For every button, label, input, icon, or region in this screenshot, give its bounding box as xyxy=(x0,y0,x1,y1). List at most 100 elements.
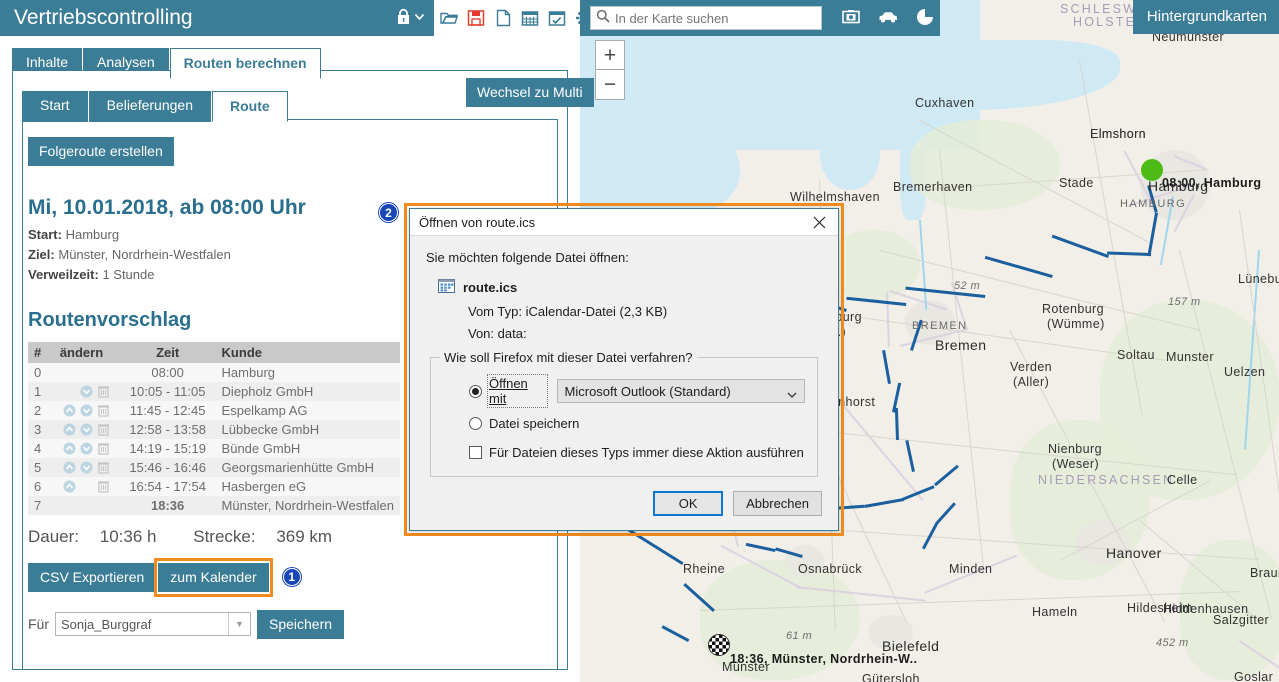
switch-to-multi-button[interactable]: Wechsel zu Multi xyxy=(466,78,594,107)
map-label: HAMBURG xyxy=(1120,198,1187,210)
ok-button[interactable]: OK xyxy=(653,491,724,516)
table-row[interactable]: 4 14:19 - 15:19 Bünde GmbH xyxy=(28,438,400,458)
table-row[interactable]: 3 12:58 - 13:58 Lübbecke GmbH xyxy=(28,419,400,439)
basemaps-button[interactable]: Hintergrundkarten xyxy=(1132,0,1279,34)
chevron-down-icon[interactable]: ▼ xyxy=(228,613,250,636)
cancel-button[interactable]: Abbrechen xyxy=(733,491,822,516)
open-folder-icon[interactable] xyxy=(440,9,458,27)
move-down-icon[interactable] xyxy=(80,442,93,455)
move-up-icon[interactable] xyxy=(63,423,76,436)
tab-route[interactable]: Route xyxy=(211,91,288,122)
move-up-icon[interactable] xyxy=(63,404,76,417)
map-border-nrw-5 xyxy=(838,400,924,501)
radio-open-with[interactable] xyxy=(469,384,482,398)
map-label: 61 m xyxy=(786,630,813,642)
move-up-icon[interactable] xyxy=(63,480,76,493)
lock-icon[interactable] xyxy=(396,8,411,29)
lock-menu[interactable] xyxy=(396,8,434,29)
radio-open-with-label[interactable]: Öffnen mit xyxy=(487,374,548,408)
page-title: Vertriebscontrolling xyxy=(14,6,193,29)
save-file-row: Datei speichern xyxy=(443,416,805,431)
action-fieldset: Wie soll Firefox mit dieser Datei verfah… xyxy=(430,350,818,477)
table-row[interactable]: 0 08:00 Hamburg xyxy=(28,362,400,382)
row-customer: Münster, Nordrhein-Westfalen xyxy=(215,495,400,515)
zoom-out-button[interactable]: − xyxy=(595,70,625,100)
summary-duration-label: Dauer: xyxy=(28,526,80,546)
new-document-icon[interactable] xyxy=(494,9,512,27)
action-fieldset-legend: Wie soll Firefox mit dieser Datei verfah… xyxy=(440,350,697,365)
col-header-customer[interactable]: Kunde xyxy=(215,341,400,363)
table-row[interactable]: 1 10:05 - 11:05 Diepholz GmbH xyxy=(28,381,400,401)
calendar-grid-icon[interactable] xyxy=(521,9,539,27)
col-header-time[interactable]: Zeit xyxy=(119,341,216,363)
table-row[interactable]: 5 15:46 - 16:46 Georgsmarienhütte GmbH xyxy=(28,457,400,477)
save-icon[interactable] xyxy=(467,9,485,27)
delete-icon[interactable] xyxy=(97,423,110,436)
always-do-this-row: Für Dateien dieses Typs immer diese Akti… xyxy=(443,445,805,460)
dialog-titlebar: Öffnen von route.ics xyxy=(410,209,838,236)
map-label: Bremen xyxy=(935,337,987,353)
col-header-change[interactable]: ändern xyxy=(53,341,120,363)
car-icon[interactable] xyxy=(878,10,898,27)
row-time: 12:58 - 13:58 xyxy=(119,419,216,439)
start-marker[interactable] xyxy=(1141,159,1163,181)
chevron-down-icon[interactable] xyxy=(787,387,797,398)
delete-icon[interactable] xyxy=(97,385,110,398)
opener-application-select[interactable]: Microsoft Outlook (Standard) xyxy=(556,379,805,403)
delete-icon[interactable] xyxy=(97,480,110,493)
move-up-icon[interactable] xyxy=(63,442,76,455)
move-down-icon[interactable] xyxy=(80,423,93,436)
map-label: Rheine xyxy=(683,562,726,576)
calendar-check-icon[interactable] xyxy=(548,9,566,27)
row-index: 5 xyxy=(28,457,54,477)
tab-start[interactable]: Start xyxy=(22,91,89,122)
row-actions xyxy=(53,476,120,496)
move-up-icon[interactable] xyxy=(63,461,76,474)
row-customer: Bünde GmbH xyxy=(215,438,400,458)
radio-save-file-label[interactable]: Datei speichern xyxy=(489,416,579,431)
route-segment xyxy=(984,255,1053,278)
panel-border-right xyxy=(265,119,558,120)
col-header-index[interactable]: # xyxy=(28,341,54,363)
delete-icon[interactable] xyxy=(97,461,110,474)
save-button[interactable]: Speichern xyxy=(257,609,345,639)
close-icon[interactable] xyxy=(800,209,838,236)
pie-chart-icon[interactable] xyxy=(916,8,934,29)
route-segment xyxy=(661,625,690,642)
table-row[interactable]: 2 11:45 - 12:45 Espelkamp AG xyxy=(28,400,400,420)
delete-icon[interactable] xyxy=(97,442,110,455)
radio-save-file[interactable] xyxy=(469,417,482,430)
row-actions xyxy=(53,457,120,477)
dialog-body: Sie möchten folgende Datei öffnen: route… xyxy=(410,236,838,477)
delete-icon[interactable] xyxy=(97,404,110,417)
csv-export-button[interactable]: CSV Exportieren xyxy=(28,562,157,592)
tab-belieferungen[interactable]: Belieferungen xyxy=(88,91,212,122)
map-label: Elmshorn xyxy=(1090,127,1146,141)
map-label: Soltau xyxy=(1117,348,1155,362)
table-row[interactable]: 7 18:36 Münster, Nordrhein-Westfalen xyxy=(28,495,400,515)
tab-routen-berechnen[interactable]: Routen berechnen xyxy=(169,48,321,79)
file-type-value: iCalendar-Datei (2,3 KB) xyxy=(525,304,668,319)
move-down-icon[interactable] xyxy=(80,385,93,398)
user-select[interactable]: Sonja_Burggraf ▼ xyxy=(55,612,251,637)
create-followup-route-button[interactable]: Folgeroute erstellen xyxy=(28,137,174,166)
move-down-icon[interactable] xyxy=(80,461,93,474)
checkbox-always-do-this[interactable] xyxy=(469,446,482,459)
file-type-row: Vom Typ: iCalendar-Datei (2,3 KB) xyxy=(426,304,822,319)
search-input[interactable] xyxy=(590,6,822,30)
finish-marker[interactable] xyxy=(708,634,730,656)
move-down-icon[interactable] xyxy=(80,404,93,417)
route-ziel-label: Ziel: xyxy=(28,246,55,262)
map-label: 52 m xyxy=(954,280,981,292)
map-road-9 xyxy=(939,150,984,568)
screenshot-icon[interactable] xyxy=(842,9,860,28)
chevron-down-icon[interactable] xyxy=(413,10,426,26)
map-zoom-controls[interactable]: + − xyxy=(595,40,625,100)
checkbox-always-do-this-label[interactable]: Für Dateien dieses Typs immer diese Akti… xyxy=(489,445,804,460)
zoom-in-button[interactable]: + xyxy=(595,40,625,70)
summary-distance-label: Strecke: xyxy=(193,526,256,546)
table-row[interactable]: 6 16:54 - 17:54 Hasbergen eG xyxy=(28,476,400,496)
to-calendar-button[interactable]: zum Kalender xyxy=(158,562,269,592)
